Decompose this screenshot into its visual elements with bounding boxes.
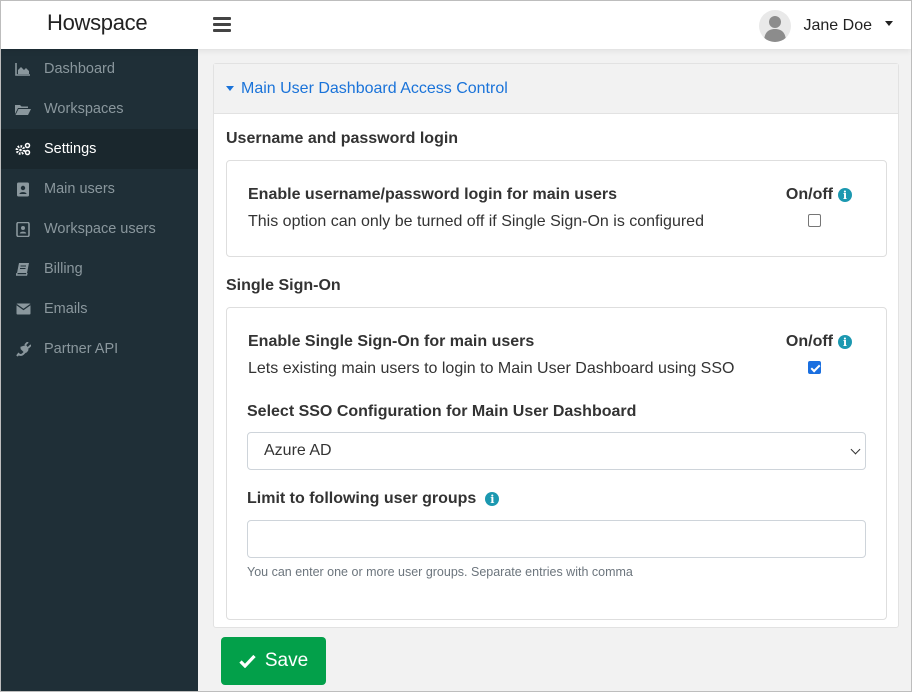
- plug-icon: [15, 341, 31, 357]
- sso-option-title: Enable Single Sign-On for main users: [248, 333, 535, 350]
- sso-card: Enable Single Sign-On for main users Let…: [226, 307, 887, 620]
- password-option-description: This option can only be turned off if Si…: [248, 213, 704, 230]
- sidebar-item-workspace-users[interactable]: Workspace users: [1, 209, 198, 249]
- sidebar-item-label: Dashboard: [44, 61, 115, 77]
- sso-config-select[interactable]: Azure AD: [247, 432, 866, 470]
- onoff-label: On/off: [785, 333, 833, 350]
- save-button[interactable]: Save: [221, 637, 326, 685]
- save-label: Save: [264, 650, 309, 671]
- sidebar: Dashboard Workspaces Settings Main users…: [1, 49, 198, 691]
- user-groups-input[interactable]: [247, 520, 866, 558]
- info-icon[interactable]: i: [838, 188, 852, 202]
- user-silhouette-icon: [763, 16, 786, 42]
- sso-config-selected-value: Azure AD: [264, 442, 332, 459]
- sidebar-item-label: Workspace users: [44, 221, 156, 237]
- password-toggle-label: On/off i: [786, 186, 852, 204]
- user-groups-help-text: You can enter one or more user groups. S…: [247, 565, 633, 579]
- sidebar-item-label: Main users: [44, 181, 115, 197]
- password-option-title: Enable username/password login for main …: [248, 186, 617, 203]
- password-login-card: Enable username/password login for main …: [226, 160, 887, 257]
- user-groups-label-text: Limit to following user groups: [247, 490, 477, 507]
- onoff-label: On/off: [785, 186, 833, 203]
- envelope-icon: [15, 301, 31, 317]
- chevron-down-icon: [850, 444, 861, 455]
- sidebar-item-partner-api[interactable]: Partner API: [1, 329, 198, 369]
- sidebar-item-label: Billing: [44, 261, 83, 277]
- sidebar-item-settings[interactable]: Settings: [1, 129, 198, 169]
- address-card-icon: [15, 221, 31, 237]
- info-icon[interactable]: i: [485, 492, 500, 506]
- section-title-password: Username and password login: [226, 130, 459, 147]
- area-chart-icon: [15, 61, 31, 77]
- password-login-checkbox[interactable]: [808, 214, 821, 227]
- avatar: [758, 10, 791, 42]
- top-navbar: Howspace Jane Doe: [1, 1, 911, 49]
- sso-option-description: Lets existing main users to login to Mai…: [248, 360, 735, 377]
- sidebar-item-label: Workspaces: [44, 101, 124, 117]
- user-name: Jane Doe: [803, 17, 873, 34]
- panel-header-toggle[interactable]: Main User Dashboard Access Control: [214, 64, 898, 114]
- sso-enable-checkbox[interactable]: [808, 361, 821, 374]
- sidebar-item-label: Settings: [44, 141, 97, 157]
- address-book-icon: [15, 181, 31, 197]
- user-menu[interactable]: Jane Doe: [758, 10, 893, 42]
- menu-toggle-icon[interactable]: [213, 17, 231, 33]
- sso-config-label: Select SSO Configuration for Main User D…: [247, 403, 637, 420]
- book-icon: [15, 261, 31, 277]
- sidebar-item-billing[interactable]: Billing: [1, 249, 198, 289]
- sidebar-item-emails[interactable]: Emails: [1, 289, 198, 329]
- caret-down-icon: [885, 20, 893, 26]
- access-control-panel: Main User Dashboard Access Control Usern…: [213, 63, 899, 628]
- info-icon[interactable]: i: [838, 335, 852, 349]
- sidebar-item-main-users[interactable]: Main users: [1, 169, 198, 209]
- panel-title: Main User Dashboard Access Control: [241, 79, 508, 97]
- sidebar-item-label: Emails: [44, 301, 88, 317]
- sso-toggle-label: On/off i: [786, 333, 852, 351]
- section-title-sso: Single Sign-On: [226, 277, 341, 294]
- main-content: Main User Dashboard Access Control Usern…: [198, 49, 911, 691]
- user-groups-label: Limit to following user groups i: [247, 490, 500, 508]
- sidebar-item-dashboard[interactable]: Dashboard: [1, 49, 198, 89]
- sidebar-item-label: Partner API: [44, 341, 119, 357]
- check-icon: [239, 654, 256, 668]
- app-window: Howspace Jane Doe Dashboard Workspaces S…: [0, 0, 912, 692]
- logo[interactable]: Howspace: [47, 10, 148, 36]
- sidebar-item-workspaces[interactable]: Workspaces: [1, 89, 198, 129]
- folder-open-icon: [15, 101, 31, 117]
- cogs-icon: [15, 141, 31, 157]
- caret-down-icon: [226, 86, 234, 91]
